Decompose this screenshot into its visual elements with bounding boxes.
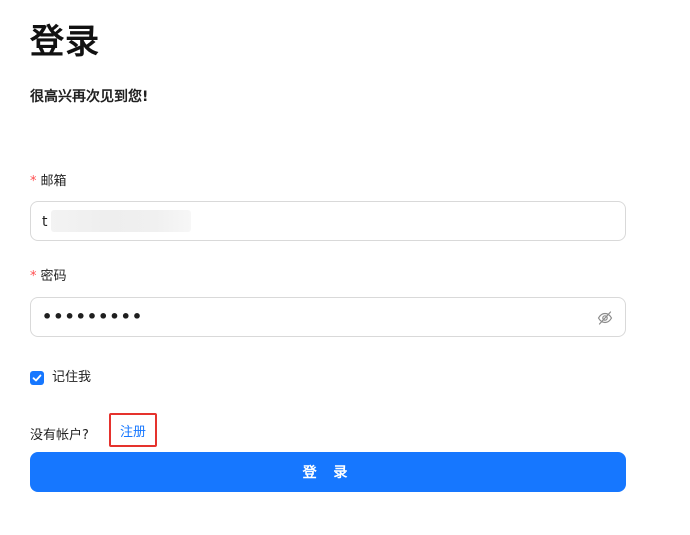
page-subtitle: 很高兴再次见到您! xyxy=(30,89,149,105)
eye-invisible-icon[interactable] xyxy=(597,310,613,326)
remember-me[interactable]: 记住我 xyxy=(30,369,91,387)
email-label-text: 邮箱 xyxy=(40,174,67,189)
required-mark: * xyxy=(30,174,37,189)
page-title: 登录 xyxy=(30,22,100,62)
signup-link[interactable]: 注册 xyxy=(109,413,157,447)
password-value: ••••••••• xyxy=(42,307,144,326)
password-label: * 密码 xyxy=(30,268,67,286)
email-field[interactable]: t xyxy=(30,201,626,241)
blurred-email-region xyxy=(51,210,191,232)
signup-prompt: 没有帐户? xyxy=(30,428,89,443)
email-label: * 邮箱 xyxy=(30,173,67,191)
remember-label: 记住我 xyxy=(52,370,92,385)
password-label-text: 密码 xyxy=(40,269,67,284)
remember-checkbox[interactable] xyxy=(30,371,44,385)
required-mark: * xyxy=(30,269,37,284)
login-button[interactable]: 登 录 xyxy=(30,452,626,492)
password-field[interactable]: ••••••••• xyxy=(30,297,626,337)
email-value: t xyxy=(42,214,48,230)
login-page: 登录 很高兴再次见到您! * 邮箱 t * 密码 ••••••••• 记住我 没有帐… xyxy=(0,0,690,535)
